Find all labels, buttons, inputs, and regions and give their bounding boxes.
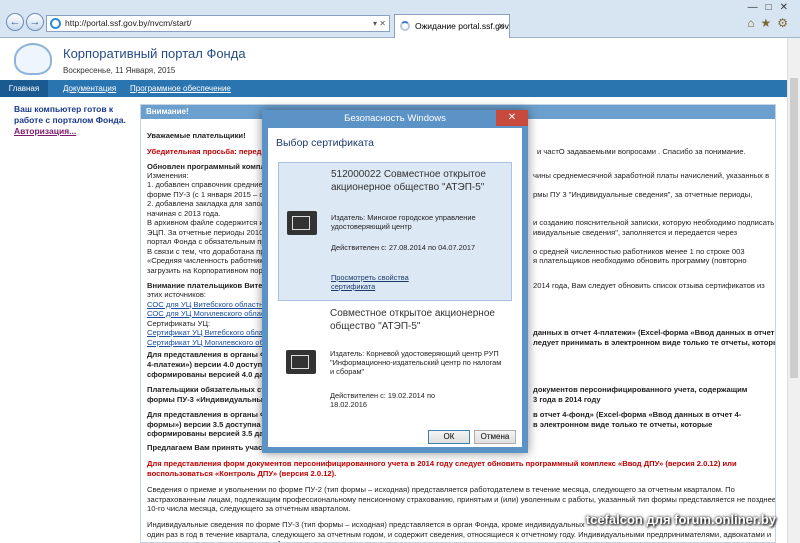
content-line: 4-платежи») версии 4.0 доступна (147, 360, 272, 369)
main-menu: Главная Документация Программное обеспеч… (0, 80, 787, 97)
content-line: Сведения о приеме и увольнении по форме … (147, 485, 735, 494)
portal-header: Корпоративный портал Фонда Воскресенье, … (0, 38, 787, 80)
address-url: http://portal.ssf.gov.by/nvcm/start/ (65, 18, 192, 28)
certificate-properties-link[interactable]: Просмотреть свойства сертификата (331, 273, 441, 291)
tab-title: Ожидание portal.ssf.gov.by (415, 21, 510, 31)
content-line-fragment: документов персонифицированного учета, с… (533, 385, 748, 394)
ok-button[interactable]: ОК (428, 430, 470, 444)
content-line-fragment: и созданию пояснительной записки, котору… (533, 218, 775, 227)
content-line: «Средняя численность работнико (147, 256, 267, 265)
ie-page-icon (50, 18, 61, 29)
certificate-name: Совместное открытое акционерное общество… (330, 308, 495, 332)
content-line: формы ПУ-3 «Индивидуальные св (147, 395, 279, 404)
content-line: Для представления форм документов персон… (147, 459, 737, 468)
certificate-option[interactable]: Совместное открытое акционерное общество… (278, 302, 512, 424)
tab-close-icon[interactable]: ✕ (498, 15, 505, 37)
content-line: Для представления в органы Ф (147, 350, 267, 359)
content-line: 10-го числа месяца, следующего за отчетн… (147, 504, 351, 513)
content-line: 2. добавлена закладка для запол (147, 199, 265, 208)
content-line-fragment: в отчет 4-фонд» (Excel-форма «Ввод данны… (533, 410, 742, 419)
content-line-fragment: 2014 года, Вам следует обновить список о… (533, 281, 765, 290)
back-arrow-icon[interactable]: ← (6, 13, 24, 31)
tab-loading[interactable]: Ожидание portal.ssf.gov.by ✕ (394, 14, 510, 38)
windows-security-dialog: Безопасность Windows ✕ Выбор сертификата… (262, 110, 528, 453)
certificate-issuer: Издатель: Минское городское управление у… (331, 213, 476, 231)
cancel-button[interactable]: Отмена (474, 430, 516, 444)
content-line: В архивном файле содержится ин (147, 218, 268, 227)
certificate-icon (287, 211, 317, 235)
content-line: нотариусами – ежегодно не позднее 1 июля… (147, 539, 435, 542)
content-line: Уважаемые плательщики! (147, 131, 246, 140)
content-line-fragment: данных в отчет 4-платежи» (Excel-форма «… (533, 328, 775, 337)
sidebar-status: Ваш компьютер готов к работе с порталом … (14, 104, 132, 137)
address-controls-icon[interactable]: ▾ ✕ (373, 16, 386, 31)
forward-arrow-icon[interactable]: → (26, 13, 44, 31)
content-line: сформированы версией 4.0 дан (147, 370, 269, 379)
content-line[interactable]: СОС для УЦ Могилевского облас (147, 309, 265, 319)
dialog-close-icon[interactable]: ✕ (496, 110, 528, 126)
content-line: загрузить на Корпоративном портал (147, 266, 275, 275)
content-line-fragment: я плательщиков необходимо обновить прогр… (533, 256, 747, 265)
content-line: портал Фонда с обязательным пре (147, 237, 270, 246)
content-line: Плательщики обязательных стр (147, 385, 270, 394)
content-line: Убедительная просьба: перед о (147, 147, 269, 156)
content-line: Для представления в органы Ф (147, 410, 267, 419)
authorization-link[interactable]: Авторизация... (14, 126, 76, 136)
content-line: сформированы версией 3.5 дан (147, 429, 269, 438)
certificate-icon (286, 350, 316, 374)
sidebar-status-text: Ваш компьютер готов к работе с порталом … (14, 104, 126, 125)
content-line: и частО задаваемыми вопросами . Спасибо … (537, 147, 746, 156)
page-title: Корпоративный портал Фонда (63, 46, 246, 61)
certificate-validity: Действителен с: 27.08.2014 по 04.07.2017 (331, 243, 476, 252)
certificate-validity: Действителен с: 19.02.2014 по 18.02.2016 (330, 391, 436, 409)
content-line: 1. добавлен справочник средние (147, 180, 263, 189)
content-line: этих источников: (147, 290, 206, 299)
page-date: Воскресенье, 11 Января, 2015 (63, 66, 176, 75)
content-line[interactable]: Сертификат УЦ Могилевского обл (147, 338, 268, 348)
browser-toolbar: ← → http://portal.ssf.gov.by/nvcm/start/… (0, 0, 800, 38)
menu-item-home[interactable]: Главная (0, 80, 48, 97)
content-line-fragment: ивидуальные сведения", заполняется и пер… (533, 228, 738, 237)
content-line: Индивидуальные сведения по форме ПУ-3 (т… (147, 520, 585, 529)
content-line: воспользоваться «Контроль ДПУ» (версия 2… (147, 469, 337, 478)
content-line: Предлагаем Вам принять участ (147, 443, 267, 452)
certificate-name: 512000022 Совместное открытое акционерно… (331, 169, 486, 193)
address-bar[interactable]: http://portal.ssf.gov.by/nvcm/start/ ▾ ✕ (46, 15, 390, 32)
home-favorites-settings-icon[interactable]: ⌂★⚙ (747, 16, 794, 30)
scrollbar-thumb[interactable] (790, 78, 798, 378)
menu-item-documentation[interactable]: Документация (63, 80, 116, 97)
menu-item-software[interactable]: Программное обеспечение (130, 80, 231, 97)
dialog-title: Безопасность Windows (262, 110, 528, 128)
page-scrollbar[interactable] (787, 38, 800, 543)
content-line-fragment: ледует принимать в электронном виде толь… (533, 338, 776, 347)
fund-logo-icon (14, 43, 52, 75)
window-controls-icon[interactable]: —□✕ (748, 2, 796, 13)
content-line-fragment: чины среднемесячной заработной платы нач… (533, 171, 770, 180)
content-line-fragment: в электронном виде только те отчеты, кот… (533, 420, 713, 429)
loading-spinner-icon (400, 21, 410, 31)
sidebar: Ваш компьютер готов к работе с порталом … (0, 97, 132, 543)
content-line[interactable]: Сертификат УЦ Витебского облас (147, 328, 267, 338)
watermark: tcefalcon для forum.onliner.by (585, 512, 776, 527)
content-line-fragment: рмы ПУ 3 "Индивидуальные сведения", за о… (533, 190, 753, 199)
content-line-fragment: 3 года в 2014 году (533, 395, 601, 404)
certificate-issuer: Издатель: Корневой удостоверяющий центр … (330, 349, 502, 376)
dialog-heading: Выбор сертификата (276, 137, 375, 149)
certificate-option[interactable]: 512000022 Совместное открытое акционерно… (278, 162, 512, 301)
